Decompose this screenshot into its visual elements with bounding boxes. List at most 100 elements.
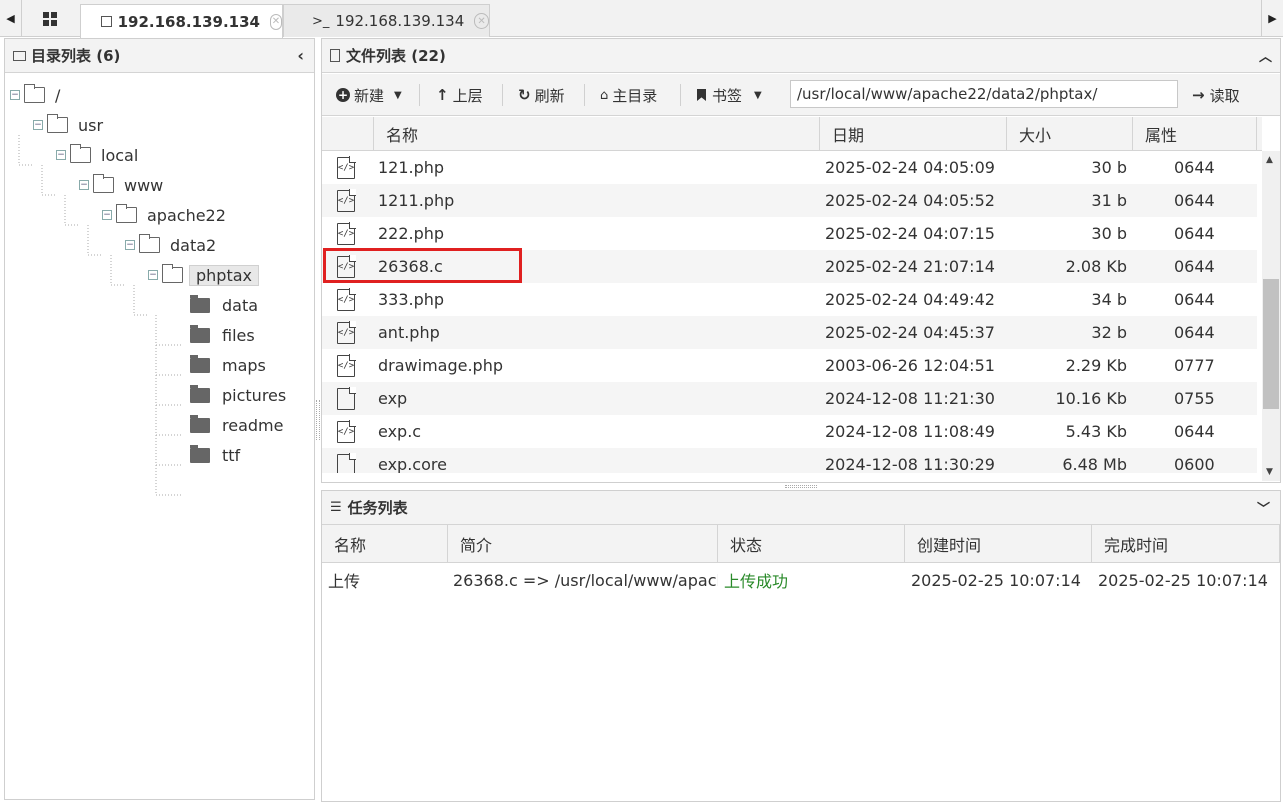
tree-node-apache22[interactable]: − apache22 xyxy=(102,203,226,227)
header-size[interactable]: 大小 xyxy=(1007,117,1133,151)
header-task-finished[interactable]: 完成时间 xyxy=(1092,525,1280,563)
file-perm: 0644 xyxy=(1174,224,1215,243)
file-panel: 文件列表 (22) ︿ + 新建 ▼ ↑ 上层 ↻ 刷新 ⌂ 主目录 书签 ▼ … xyxy=(321,38,1281,483)
up-button[interactable]: ↑ 上层 xyxy=(436,74,483,116)
scrollbar-thumb[interactable] xyxy=(1263,279,1279,409)
home-button[interactable]: ⌂ 主目录 xyxy=(600,74,657,116)
file-row[interactable]: </> 222.php 2025-02-24 04:07:15 30 b 064… xyxy=(322,217,1257,250)
refresh-button-label: 刷新 xyxy=(534,86,565,105)
file-perm: 0644 xyxy=(1174,323,1215,342)
file-name: 121.php xyxy=(378,158,445,177)
header-name[interactable]: 名称 xyxy=(374,117,820,151)
folder-icon xyxy=(190,414,210,433)
file-date: 2025-02-24 04:05:52 xyxy=(825,191,995,210)
up-button-label: 上层 xyxy=(452,86,483,105)
caret-down-icon: ▼ xyxy=(754,89,762,101)
tree-node-label: / xyxy=(55,85,61,105)
caret-down-icon: ▼ xyxy=(394,89,402,101)
collapse-toggle-icon[interactable]: − xyxy=(102,210,112,220)
collapse-toggle-icon[interactable]: − xyxy=(10,90,20,100)
panel-splitter[interactable] xyxy=(316,400,320,440)
file-date: 2003-06-26 12:04:51 xyxy=(825,356,995,375)
tree-lines xyxy=(18,135,183,496)
file-row[interactable]: exp 2024-12-08 11:21:30 10.16 Kb 0755 xyxy=(322,382,1257,415)
tree-node-data2[interactable]: − data2 xyxy=(125,233,216,257)
collapse-down-icon[interactable]: ﹀ xyxy=(1257,498,1270,517)
collapse-up-icon[interactable]: ︿ xyxy=(1259,46,1272,65)
bookmark-button[interactable]: 书签 ▼ xyxy=(697,74,762,116)
file-row[interactable]: </> 1211.php 2025-02-24 04:05:52 31 b 06… xyxy=(322,184,1257,217)
task-row[interactable]: 上传 26368.c => /usr/local/www/apache22 上传… xyxy=(322,563,1280,597)
refresh-button[interactable]: ↻ 刷新 xyxy=(518,74,565,116)
task-grid-header: 名称 简介 状态 创建时间 完成时间 xyxy=(322,525,1280,563)
tree-node-root[interactable]: − / xyxy=(10,83,60,107)
tab-bar: ◀ 192.168.139.134 ✕ >_ 192.168.139.134 ✕… xyxy=(0,0,1283,38)
header-task-status[interactable]: 状态 xyxy=(718,525,905,563)
close-icon[interactable]: ✕ xyxy=(269,13,282,30)
horizontal-splitter[interactable] xyxy=(785,485,817,488)
collapse-toggle-icon[interactable]: − xyxy=(33,120,43,130)
task-created: 2025-02-25 10:07:14 xyxy=(911,570,1081,590)
file-date: 2025-02-24 04:45:37 xyxy=(825,323,995,342)
file-perm: 0600 xyxy=(1174,455,1215,473)
file-row[interactable]: </> 333.php 2025-02-24 04:49:42 34 b 064… xyxy=(322,283,1257,316)
arrow-right-icon: → xyxy=(1192,86,1205,104)
file-row[interactable]: </> drawimage.php 2003-06-26 12:04:51 2.… xyxy=(322,349,1257,382)
file-name: drawimage.php xyxy=(378,356,503,375)
collapse-toggle-icon[interactable]: − xyxy=(125,240,135,250)
close-icon[interactable]: ✕ xyxy=(474,13,489,29)
scroll-right-button[interactable]: ▶ xyxy=(1261,0,1283,37)
file-row[interactable]: exp.core 2024-12-08 11:30:29 6.48 Mb 060… xyxy=(322,448,1257,473)
folder-icon xyxy=(13,50,26,61)
tree-node-files[interactable]: files xyxy=(190,323,255,347)
file-name: ant.php xyxy=(378,323,440,342)
tree-node-pictures[interactable]: pictures xyxy=(190,383,286,407)
collapse-toggle-icon[interactable]: − xyxy=(79,180,89,190)
file-size: 32 b xyxy=(1091,323,1127,342)
scroll-up-icon[interactable]: ▲ xyxy=(1266,155,1273,165)
scroll-down-icon[interactable]: ▼ xyxy=(1266,467,1273,477)
path-input[interactable]: /usr/local/www/apache22/data2/phptax/ xyxy=(790,80,1178,108)
scroll-left-button[interactable]: ◀ xyxy=(0,0,22,37)
file-row[interactable]: </> exp.c 2024-12-08 11:08:49 5.43 Kb 06… xyxy=(322,415,1257,448)
grid-menu-icon[interactable] xyxy=(26,0,74,37)
file-date: 2024-12-08 11:21:30 xyxy=(825,389,995,408)
header-task-name[interactable]: 名称 xyxy=(322,525,448,563)
collapse-toggle-icon[interactable]: − xyxy=(56,150,66,160)
file-row[interactable]: </> ant.php 2025-02-24 04:45:37 32 b 064… xyxy=(322,316,1257,349)
tree-node-readme[interactable]: readme xyxy=(190,413,283,437)
file-perm: 0644 xyxy=(1174,290,1215,309)
header-task-desc[interactable]: 简介 xyxy=(448,525,718,563)
file-row[interactable]: </> 121.php 2025-02-24 04:05:09 30 b 064… xyxy=(322,151,1257,184)
tree-node-maps[interactable]: maps xyxy=(190,353,266,377)
tab-terminal[interactable]: >_ 192.168.139.134 ✕ xyxy=(283,4,490,37)
task-panel-title: 任务列表 xyxy=(347,499,408,517)
header-date[interactable]: 日期 xyxy=(820,117,1007,151)
read-button-label: 读取 xyxy=(1209,86,1240,105)
tree-node-ttf[interactable]: ttf xyxy=(190,443,240,467)
header-task-created[interactable]: 创建时间 xyxy=(905,525,1092,563)
task-status: 上传成功 xyxy=(724,572,789,591)
new-button[interactable]: + 新建 ▼ xyxy=(336,74,402,116)
tree-node-usr[interactable]: − usr xyxy=(33,113,103,137)
file-toolbar: + 新建 ▼ ↑ 上层 ↻ 刷新 ⌂ 主目录 书签 ▼ /usr/local/w… xyxy=(322,74,1280,116)
tree-node-local[interactable]: − local xyxy=(56,143,138,167)
read-button[interactable]: → 读取 xyxy=(1192,74,1240,116)
header-perm[interactable]: 属性 xyxy=(1133,117,1257,151)
tab-file-manager[interactable]: 192.168.139.134 ✕ xyxy=(80,4,283,38)
tree-node-phptax[interactable]: − phptax xyxy=(148,263,259,287)
folder-open-icon xyxy=(139,234,160,253)
folder-icon xyxy=(190,324,210,343)
tab-label: 192.168.139.134 xyxy=(117,12,260,31)
collapse-left-icon[interactable]: ‹ xyxy=(297,46,304,65)
file-row-highlighted[interactable]: </> 26368.c 2025-02-24 21:07:14 2.08 Kb … xyxy=(322,248,1257,283)
file-name: 222.php xyxy=(378,224,445,243)
tree-node-data[interactable]: data xyxy=(190,293,258,317)
tree-node-www[interactable]: − www xyxy=(79,173,163,197)
file-list-scrollbar[interactable]: ▲ ▼ xyxy=(1262,151,1280,481)
file-perm: 0644 xyxy=(1174,422,1215,441)
task-panel: ☰ 任务列表 ﹀ 名称 简介 状态 创建时间 完成时间 上传 26368.c =… xyxy=(321,490,1281,802)
collapse-toggle-icon[interactable]: − xyxy=(148,270,158,280)
refresh-icon: ↻ xyxy=(518,86,531,104)
file-size: 31 b xyxy=(1091,191,1127,210)
